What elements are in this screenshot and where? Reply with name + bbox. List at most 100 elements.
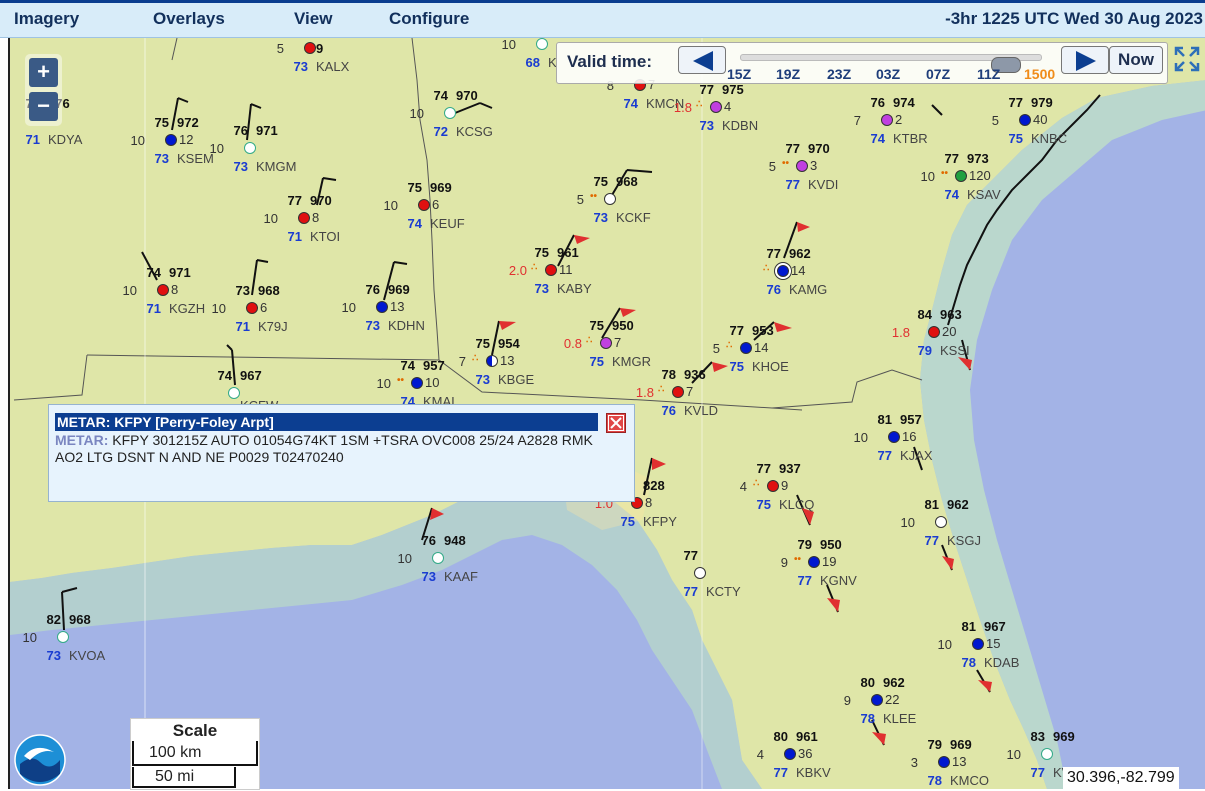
time-tick[interactable]: 15Z — [727, 66, 751, 82]
station-visibility: 4 — [739, 479, 747, 494]
popup-body: METAR: KFPY 301215Z AUTO 01054G74KT 1SM … — [55, 432, 615, 466]
station-dot — [157, 284, 169, 296]
station-dewpoint: 75 — [1008, 131, 1023, 146]
station-pressure-tendency: 2 — [895, 112, 903, 127]
station-pressure-tendency: 7 — [614, 335, 622, 350]
station-id: KSGJ — [947, 533, 981, 548]
station-id: KMGM — [256, 159, 297, 174]
now-button[interactable]: Now — [1109, 46, 1163, 74]
station-dewpoint: 68 — [525, 55, 540, 70]
station-id: KBGE — [498, 372, 535, 387]
station-pressure: 962 — [883, 675, 905, 690]
station-id: KTBR — [893, 131, 928, 146]
fullscreen-button[interactable] — [1172, 44, 1202, 74]
station-temp: 81 — [924, 497, 939, 512]
scale-mi: 50 mi — [155, 768, 195, 785]
station-dewpoint: 71 — [25, 132, 40, 147]
station-temp: 76 — [870, 95, 885, 110]
station-dot — [808, 556, 820, 568]
station-id: KSSI — [940, 343, 970, 358]
station-dewpoint: 73 — [699, 118, 714, 133]
station-dot — [444, 107, 456, 119]
station-visibility: 9 — [780, 555, 788, 570]
station-visibility: 0.8 — [563, 336, 582, 351]
time-tick[interactable]: 07Z — [926, 66, 950, 82]
station-temp: 75 — [534, 245, 549, 260]
station-id: KMGR — [612, 354, 651, 369]
station-pressure-tendency: 10 — [425, 375, 440, 390]
station-temp: 80 — [860, 675, 875, 690]
station-visibility: 9 — [843, 693, 851, 708]
station-dewpoint: 72 — [433, 124, 448, 139]
station-dewpoint: 73 — [233, 159, 248, 174]
time-tick[interactable]: 23Z — [827, 66, 851, 82]
station-visibility: 10 — [122, 283, 137, 298]
station-temp: 74 — [217, 368, 232, 383]
station-visibility: 10 — [130, 133, 145, 148]
station-dewpoint: 75 — [729, 359, 744, 374]
station-pressure: 961 — [557, 245, 579, 260]
station-temp: 83 — [1030, 729, 1045, 744]
station-id: KABY — [557, 281, 592, 296]
station-dewpoint: 73 — [534, 281, 549, 296]
station-temp: 74 — [433, 88, 448, 103]
arrow-right-icon — [1076, 51, 1096, 71]
station-pressure: 954 — [498, 336, 520, 351]
menu-view[interactable]: View — [294, 9, 332, 29]
time-slider-track[interactable] — [740, 54, 1042, 73]
time-tick[interactable]: 03Z — [876, 66, 900, 82]
step-forward-button[interactable] — [1061, 46, 1109, 74]
top-menu-bar: Imagery Overlays View Configure -3hr 122… — [0, 0, 1205, 38]
station-dot — [871, 694, 883, 706]
station-dot — [784, 748, 796, 760]
station-visibility: 10 — [383, 198, 398, 213]
station-dewpoint: 73 — [46, 648, 61, 663]
time-tick[interactable]: 19Z — [776, 66, 800, 82]
rain-icon: •• — [794, 554, 802, 565]
station-temp: 76 — [233, 123, 248, 138]
station-pressure: 979 — [1031, 95, 1053, 110]
station-dewpoint: 74 — [870, 131, 885, 146]
station-pressure: 968 — [616, 174, 638, 189]
station-dewpoint: 74 — [623, 96, 638, 111]
station-pressure: 970 — [310, 193, 332, 208]
station-id: KVLD — [684, 403, 718, 418]
station-pressure: 969 — [388, 282, 410, 297]
station-temp: 75 — [407, 180, 422, 195]
zoom-out-button[interactable]: − — [29, 92, 58, 121]
time-tick[interactable]: 11Z — [977, 66, 1000, 82]
station-pressure: 969 — [950, 737, 972, 752]
station-visibility: 10 — [263, 211, 278, 226]
menu-imagery[interactable]: Imagery — [14, 9, 79, 29]
station-pressure-tendency: 6 — [432, 197, 440, 212]
station-visibility: 10 — [22, 630, 37, 645]
station-dot — [935, 516, 947, 528]
menu-configure[interactable]: Configure — [389, 9, 469, 29]
station-pressure: 937 — [779, 461, 801, 476]
station-id: KHOE — [752, 359, 789, 374]
station-dewpoint: 75 — [589, 354, 604, 369]
menu-overlays[interactable]: Overlays — [153, 9, 225, 29]
station-temp: 81 — [961, 619, 976, 634]
station-dewpoint: 77 — [785, 177, 800, 192]
station-dot — [881, 114, 893, 126]
station-dewpoint: 76 — [766, 282, 781, 297]
noaa-logo-icon — [14, 734, 66, 786]
station-dot — [304, 42, 316, 54]
station-visibility: 10 — [341, 300, 356, 315]
close-icon — [608, 415, 624, 431]
valid-time-panel: Valid time: Now 15Z 19Z 23Z 03Z 07Z 11Z … — [556, 42, 1168, 84]
station-dot — [972, 638, 984, 650]
station-pressure-tendency: 19 — [822, 554, 837, 569]
station-visibility: 2.0 — [508, 263, 527, 278]
valid-time-label: Valid time: — [567, 52, 653, 71]
rain-icon: •• — [782, 158, 790, 169]
station-pressure: 9 — [316, 41, 324, 56]
step-back-button[interactable] — [678, 46, 726, 74]
popup-close-button[interactable] — [606, 413, 626, 433]
time-tick-current[interactable]: 1500 — [1024, 66, 1055, 82]
zoom-in-button[interactable]: + — [29, 58, 58, 87]
station-id: KSAV — [967, 187, 1001, 202]
station-dot — [228, 387, 240, 399]
station-visibility: 1.8 — [635, 385, 654, 400]
